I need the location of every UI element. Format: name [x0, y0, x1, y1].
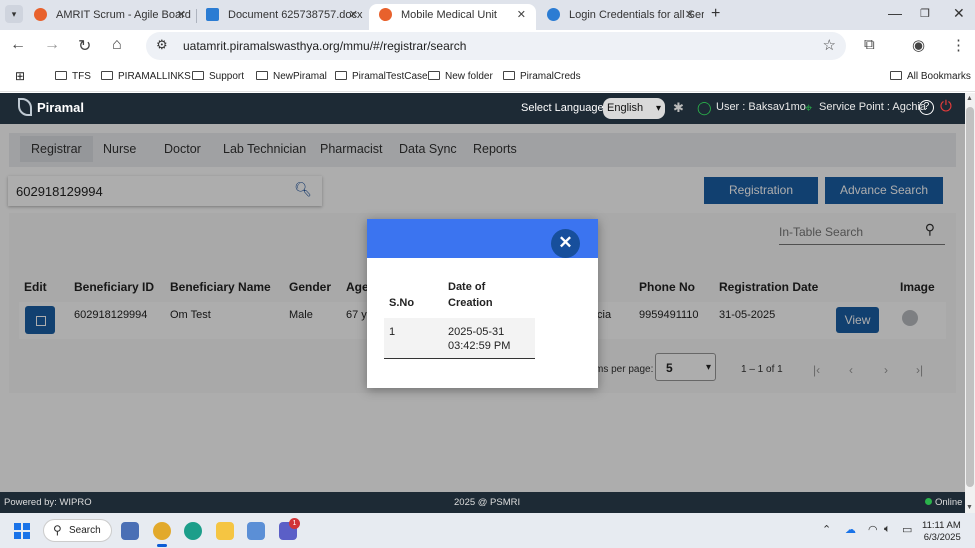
extensions-icon[interactable]: ⧉ [864, 36, 875, 53]
language-label: Select Language: [521, 102, 607, 114]
piramal-logo: Piramal [18, 98, 84, 116]
bookmarks-bar: ⊞ TFS PIRAMALLINKS Support NewPiramal Pi… [0, 62, 975, 92]
folder-icon [192, 71, 204, 80]
clock-date: 6/3/2025 [923, 532, 961, 543]
browser-tab-agile-board[interactable]: AMRIT Scrum - Agile Board ✕ [24, 4, 196, 30]
folder-icon [335, 71, 347, 80]
forward-icon[interactable]: → [44, 36, 60, 54]
battery-icon[interactable]: ▭ [902, 523, 912, 536]
wifi-icon[interactable]: ◠ [868, 523, 878, 536]
tab-title: AMRIT Scrum - Agile Board [56, 9, 191, 21]
online-status-icon [925, 498, 932, 505]
windows-taskbar: Search ⌃ ☁ ◠ 🔈︎ ▭ 11:11 AM 6/3/2025 [0, 513, 975, 548]
m365-icon[interactable] [247, 522, 265, 540]
edge-icon[interactable] [184, 522, 202, 540]
windows-start-icon[interactable] [14, 523, 30, 539]
browser-tab-document[interactable]: Document 625738757.docx ✕ [196, 4, 368, 30]
bookmark-folder-piramalcreds[interactable]: PiramalCreds [503, 71, 581, 82]
new-tab-icon[interactable]: + [711, 5, 720, 23]
window-close-icon[interactable]: ✕ [953, 5, 965, 22]
folder-icon [503, 71, 515, 80]
system-clock[interactable]: 11:11 AM 6/3/2025 [922, 520, 961, 544]
show-hidden-icons-icon[interactable]: ⌃ [822, 523, 831, 536]
clock-time: 11:11 AM [922, 520, 961, 531]
browser-tab-login-credentials[interactable]: Login Credentials for all Ser ✕ [537, 4, 704, 30]
user-label: User : Baksav1mo [716, 101, 806, 113]
service-point-label: Service Point : Agchia [819, 101, 927, 113]
home-icon[interactable]: ⌂ [112, 36, 122, 54]
bookmark-folder-new-folder[interactable]: New folder [428, 71, 493, 82]
scroll-up-icon[interactable]: ▲ [966, 95, 973, 102]
folder-icon [101, 71, 113, 80]
amrit-favicon-icon [34, 8, 47, 21]
bookmark-folder-tfs[interactable]: TFS [55, 71, 91, 82]
connection-status: Online [925, 497, 962, 508]
bookmark-star-icon[interactable]: ☆ [823, 36, 836, 54]
all-bookmarks-folder[interactable]: All Bookmarks [890, 71, 971, 82]
dialog-cell-sno: 1 [389, 326, 396, 338]
bluetooth-icon[interactable]: ✱ [673, 100, 684, 116]
browser-tab-mobile-medical-unit[interactable]: Mobile Medical Unit ✕ [369, 4, 536, 30]
close-tab-icon[interactable]: ✕ [517, 4, 526, 26]
location-pin-icon: ⌖ [805, 100, 813, 115]
folder-icon [55, 71, 67, 80]
tab-search-dropdown-icon[interactable]: ▾ [5, 5, 23, 23]
powered-by-text: Powered by: WIPRO [4, 497, 92, 508]
confluence-favicon-icon [547, 8, 560, 21]
taskbar-search-box[interactable]: Search [43, 519, 112, 542]
scrollbar-thumb[interactable] [966, 107, 974, 487]
app-header: Piramal Select Language: English ✱ ◯ Use… [0, 93, 965, 124]
close-tab-icon[interactable]: ✕ [685, 4, 694, 26]
bookmark-folder-newpiramal[interactable]: NewPiramal [256, 71, 327, 82]
close-dialog-icon[interactable]: ✕ [551, 229, 580, 258]
folder-icon [890, 71, 902, 80]
chrome-menu-icon[interactable]: ⋮ [951, 36, 966, 54]
piramal-leaf-icon [18, 98, 32, 116]
dialog-column-sno: S.No [389, 297, 415, 309]
address-bar[interactable]: ⚙ uatamrit.piramalswasthya.org/mmu/#/reg… [146, 32, 846, 60]
folder-icon [428, 71, 440, 80]
browser-toolbar: ← → ↻ ⌂ ⚙ uatamrit.piramalswasthya.org/m… [0, 30, 975, 62]
site-settings-icon[interactable]: ⚙ [156, 37, 168, 53]
amrit-favicon-icon [379, 8, 392, 21]
tab-title: Document 625738757.docx [228, 9, 363, 21]
dialog-column-date-of: Date of [448, 281, 486, 293]
copyright-text: 2025 @ PSMRI [454, 497, 521, 508]
file-explorer-icon[interactable] [216, 522, 234, 540]
task-view-icon[interactable] [121, 522, 139, 540]
folder-icon [256, 71, 268, 80]
bookmark-folder-piramallinks[interactable]: PIRAMALLINKS [101, 71, 191, 82]
onedrive-icon[interactable]: ☁ [845, 523, 856, 536]
office-favicon-icon [206, 8, 219, 21]
app-footer: Powered by: WIPRO 2025 @ PSMRI Online [0, 492, 965, 513]
logout-power-icon[interactable]: ⏻ [940, 98, 952, 115]
profile-icon[interactable]: ◉ [912, 36, 925, 54]
teams-notification-badge: 1 [289, 518, 300, 529]
table-row [384, 318, 535, 359]
reload-icon[interactable]: ↻ [78, 36, 91, 56]
creation-date-dialog: ✕ S.No Date of Creation 1 2025-05-31 03:… [367, 219, 598, 388]
bookmark-folder-support[interactable]: Support [192, 71, 244, 82]
back-icon[interactable]: ← [10, 36, 26, 54]
dialog-cell-date: 2025-05-31 [448, 326, 505, 338]
apps-grid-icon[interactable]: ⊞ [15, 69, 25, 83]
user-icon: ◯ [697, 100, 712, 115]
scroll-down-icon[interactable]: ▼ [966, 504, 973, 511]
close-tab-icon[interactable]: ✕ [177, 4, 186, 26]
volume-icon[interactable]: 🔈︎ [884, 523, 891, 536]
tab-title: Login Credentials for all Ser [569, 9, 704, 21]
language-select[interactable]: English [603, 98, 665, 119]
bookmark-folder-piramaltestcase[interactable]: PiramalTestCase [335, 71, 428, 82]
page-scrollbar[interactable]: ▲ ▼ [965, 93, 975, 513]
minimize-icon[interactable]: — [888, 5, 902, 21]
restore-icon[interactable]: ❐ [920, 7, 930, 20]
dialog-cell-time: 03:42:59 PM [448, 340, 511, 352]
help-icon[interactable]: ? [919, 100, 934, 115]
chrome-icon[interactable] [153, 522, 171, 547]
close-tab-icon[interactable]: ✕ [349, 4, 358, 26]
url-text[interactable]: uatamrit.piramalswasthya.org/mmu/#/regis… [183, 39, 466, 53]
tab-title: Mobile Medical Unit [401, 9, 497, 21]
dialog-column-creation: Creation [448, 297, 493, 309]
browser-tab-strip: ▾ AMRIT Scrum - Agile Board ✕ Document 6… [0, 0, 975, 30]
